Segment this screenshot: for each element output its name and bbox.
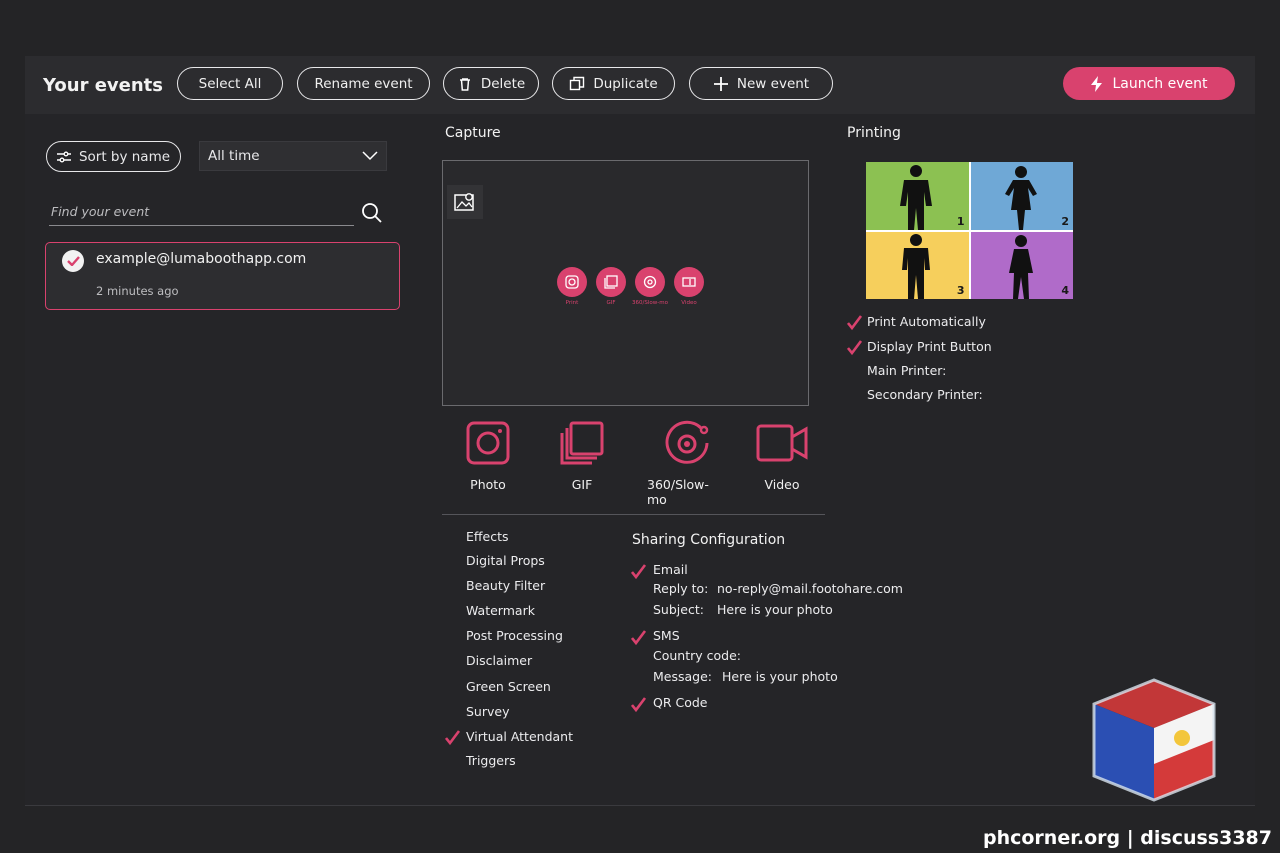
sms-message: Message: Here is your photo <box>653 669 838 684</box>
mode-photo[interactable]: Photo <box>448 420 528 492</box>
checkmark-icon <box>445 730 461 746</box>
select-all-button[interactable]: Select All <box>177 67 283 100</box>
print-cell-4: 4 <box>970 231 1073 299</box>
gif-stack-icon <box>560 421 604 465</box>
feature-beauty-filter[interactable]: Beauty Filter <box>466 578 545 593</box>
person-silhouette-icon <box>1008 235 1033 299</box>
mode-360-slow-mo[interactable]: 360/Slow-mo <box>647 420 727 507</box>
checkmark-icon <box>847 315 863 331</box>
capture-heading: Capture <box>445 125 501 141</box>
person-silhouette-icon <box>900 164 932 230</box>
section-divider <box>442 514 825 515</box>
new-event-button[interactable]: New event <box>689 67 833 100</box>
camera-icon <box>557 267 587 297</box>
print-automatically-option[interactable]: Print Automatically <box>867 314 986 329</box>
cube-logo-icon <box>1092 678 1216 802</box>
share-sms-option[interactable]: SMS <box>653 628 680 643</box>
checkmark-icon <box>631 564 647 580</box>
footer-watermark: phcorner.org | discuss3387 <box>982 827 1272 849</box>
feature-watermark[interactable]: Watermark <box>466 603 535 618</box>
preview-print-mode: Print <box>556 267 588 306</box>
sharing-heading: Sharing Configuration <box>632 532 786 548</box>
gif-stack-icon <box>596 267 626 297</box>
share-email-option[interactable]: Email <box>653 562 688 577</box>
print-cell-3: 3 <box>866 231 969 299</box>
sms-country-code: Country code: <box>653 648 741 663</box>
display-print-button-option[interactable]: Display Print Button <box>867 339 992 354</box>
event-list-item[interactable]: example@lumaboothapp.com 2 minutes ago <box>45 242 400 310</box>
share-qr-option[interactable]: QR Code <box>653 695 708 710</box>
spin-icon <box>635 267 665 297</box>
time-filter-select[interactable]: All time <box>199 141 387 171</box>
chevron-down-icon <box>362 151 378 161</box>
email-subject: Subject: Here is your photo <box>653 602 833 617</box>
app-window: Your events Select All Rename event Dele… <box>25 56 1255 806</box>
video-icon <box>674 267 704 297</box>
delete-button[interactable]: Delete <box>443 67 539 100</box>
preview-gif-mode: GIF <box>595 267 627 306</box>
page-title: Your events <box>43 75 163 96</box>
duplicate-button[interactable]: Duplicate <box>552 67 675 100</box>
print-cell-2: 2 <box>970 162 1073 230</box>
checked-circle-icon[interactable] <box>62 250 84 272</box>
search-icon[interactable] <box>361 202 383 224</box>
mode-video[interactable]: Video <box>742 420 822 492</box>
secondary-printer-label: Secondary Printer: <box>867 387 983 402</box>
event-name: example@lumaboothapp.com <box>96 251 307 267</box>
image-search-icon[interactable] <box>447 185 483 219</box>
checkmark-icon <box>631 697 647 713</box>
feature-digital-props[interactable]: Digital Props <box>466 553 545 568</box>
print-layout-preview[interactable]: 1 2 3 4 <box>866 162 1073 299</box>
sort-by-name-button[interactable]: Sort by name <box>46 141 181 172</box>
feature-triggers[interactable]: Triggers <box>466 753 516 768</box>
event-timestamp: 2 minutes ago <box>96 284 179 298</box>
search-input[interactable]: Find your event <box>49 200 354 226</box>
mode-gif[interactable]: GIF <box>542 420 622 492</box>
main-printer-label: Main Printer: <box>867 363 947 378</box>
checkmark-icon <box>631 630 647 646</box>
preview-mode-buttons: Print GIF 360/Slow-mo Video <box>556 267 705 306</box>
camera-icon <box>466 421 510 465</box>
duplicate-icon <box>570 76 585 90</box>
launch-event-button[interactable]: Launch event <box>1063 67 1235 100</box>
plus-icon <box>713 76 728 91</box>
lightning-icon <box>1091 75 1103 92</box>
capture-preview: Print GIF 360/Slow-mo Video <box>442 160 809 406</box>
feature-survey[interactable]: Survey <box>466 704 509 719</box>
email-reply-to: Reply to: no-reply@mail.footohare.com <box>653 581 903 596</box>
feature-post-processing[interactable]: Post Processing <box>466 628 563 643</box>
video-icon <box>756 424 808 462</box>
sort-icon <box>56 151 71 162</box>
feature-green-screen[interactable]: Green Screen <box>466 679 551 694</box>
printing-heading: Printing <box>847 125 901 141</box>
checkmark-icon <box>847 340 863 356</box>
print-cell-1: 1 <box>866 162 969 230</box>
preview-video-mode: Video <box>673 267 705 306</box>
person-silhouette-icon <box>1004 165 1037 230</box>
toolbar: Your events Select All Rename event Dele… <box>25 56 1255 114</box>
rename-event-button[interactable]: Rename event <box>297 67 430 100</box>
feature-effects[interactable]: Effects <box>466 529 509 544</box>
preview-360-mode: 360/Slow-mo <box>632 267 668 306</box>
spin-icon <box>665 420 709 464</box>
feature-virtual-attendant[interactable]: Virtual Attendant <box>466 729 573 744</box>
trash-icon <box>459 77 470 91</box>
person-silhouette-icon <box>902 234 930 299</box>
feature-disclaimer[interactable]: Disclaimer <box>466 653 532 668</box>
